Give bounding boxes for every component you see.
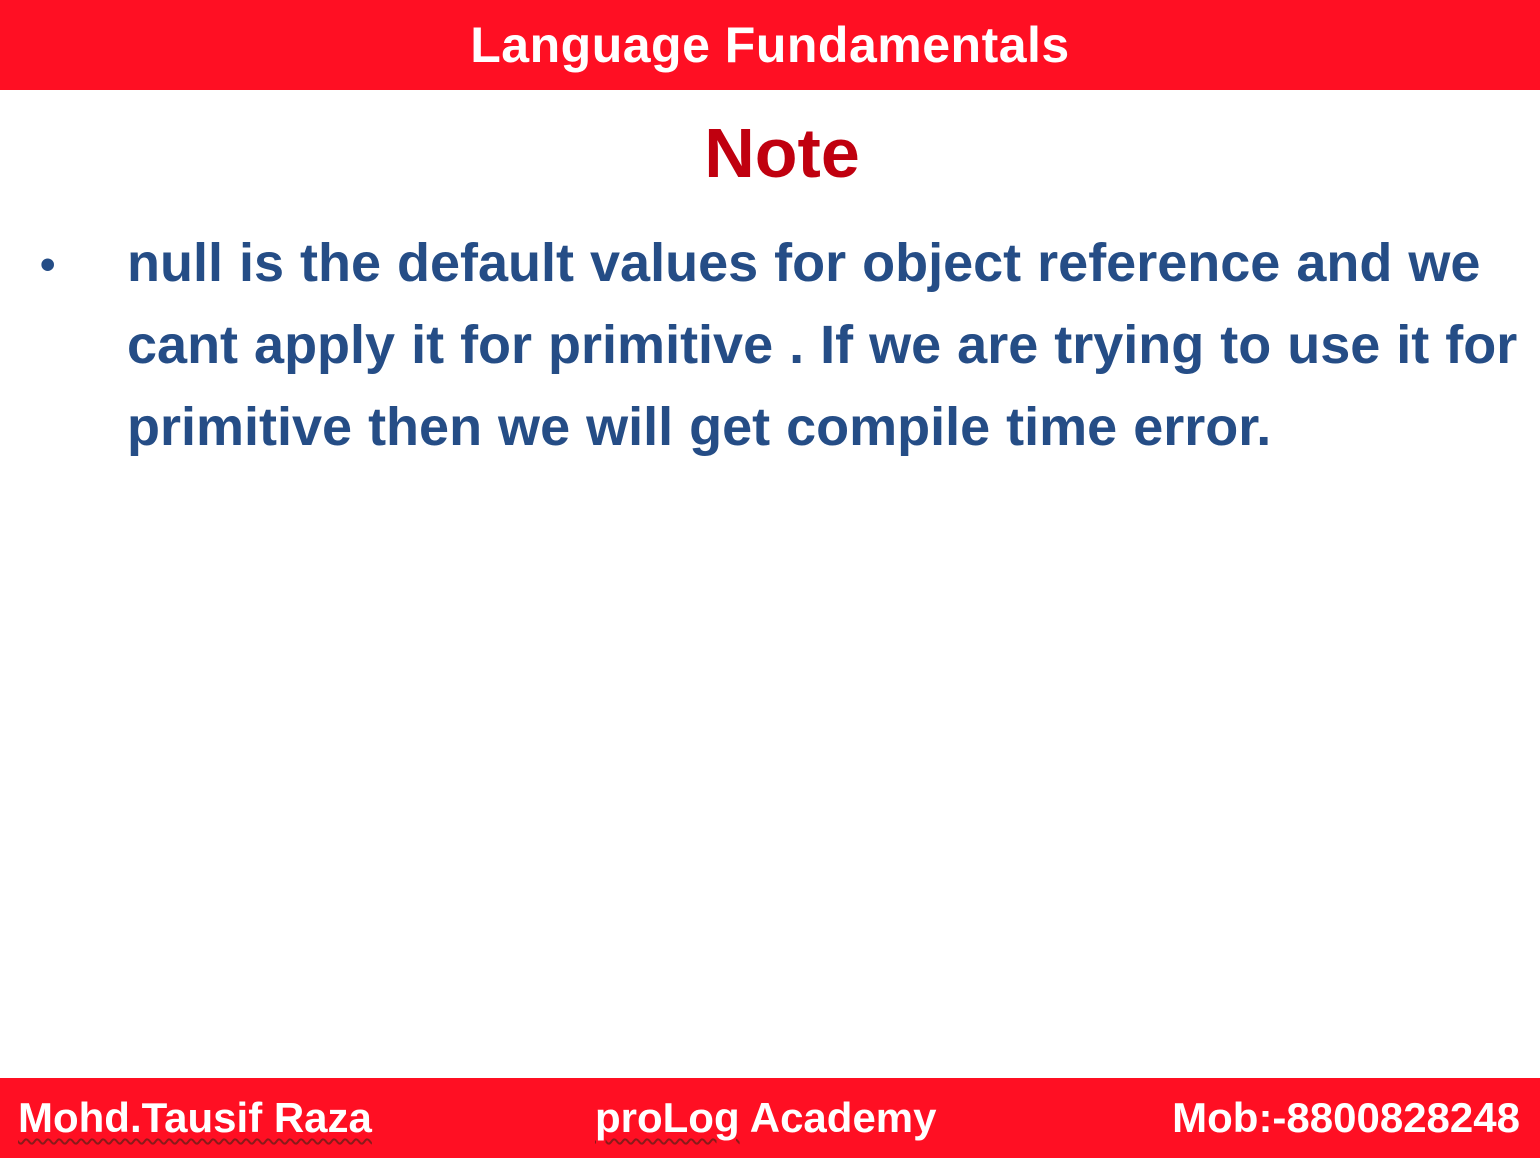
footer-academy-prefix: proLog <box>595 1094 740 1141</box>
header-title: Language Fundamentals <box>470 17 1070 73</box>
footer-academy-suffix: Academy <box>739 1094 937 1141</box>
note-heading: Note <box>704 114 860 192</box>
bullet-icon: • <box>40 240 56 289</box>
footer-mobile: Mob:-8800828248 <box>1172 1094 1520 1141</box>
bullet-text: null is the default values for object re… <box>127 233 1518 457</box>
slide: Language Fundamentals Note • null is the… <box>0 0 1540 1158</box>
footer-academy: proLog Academy <box>595 1088 937 1148</box>
footer-author: Mohd.Tausif Raza <box>18 1094 372 1141</box>
footer-banner: Mohd.Tausif Raza proLog Academy Mob:-880… <box>0 1078 1540 1158</box>
header-banner: Language Fundamentals <box>0 0 1540 90</box>
